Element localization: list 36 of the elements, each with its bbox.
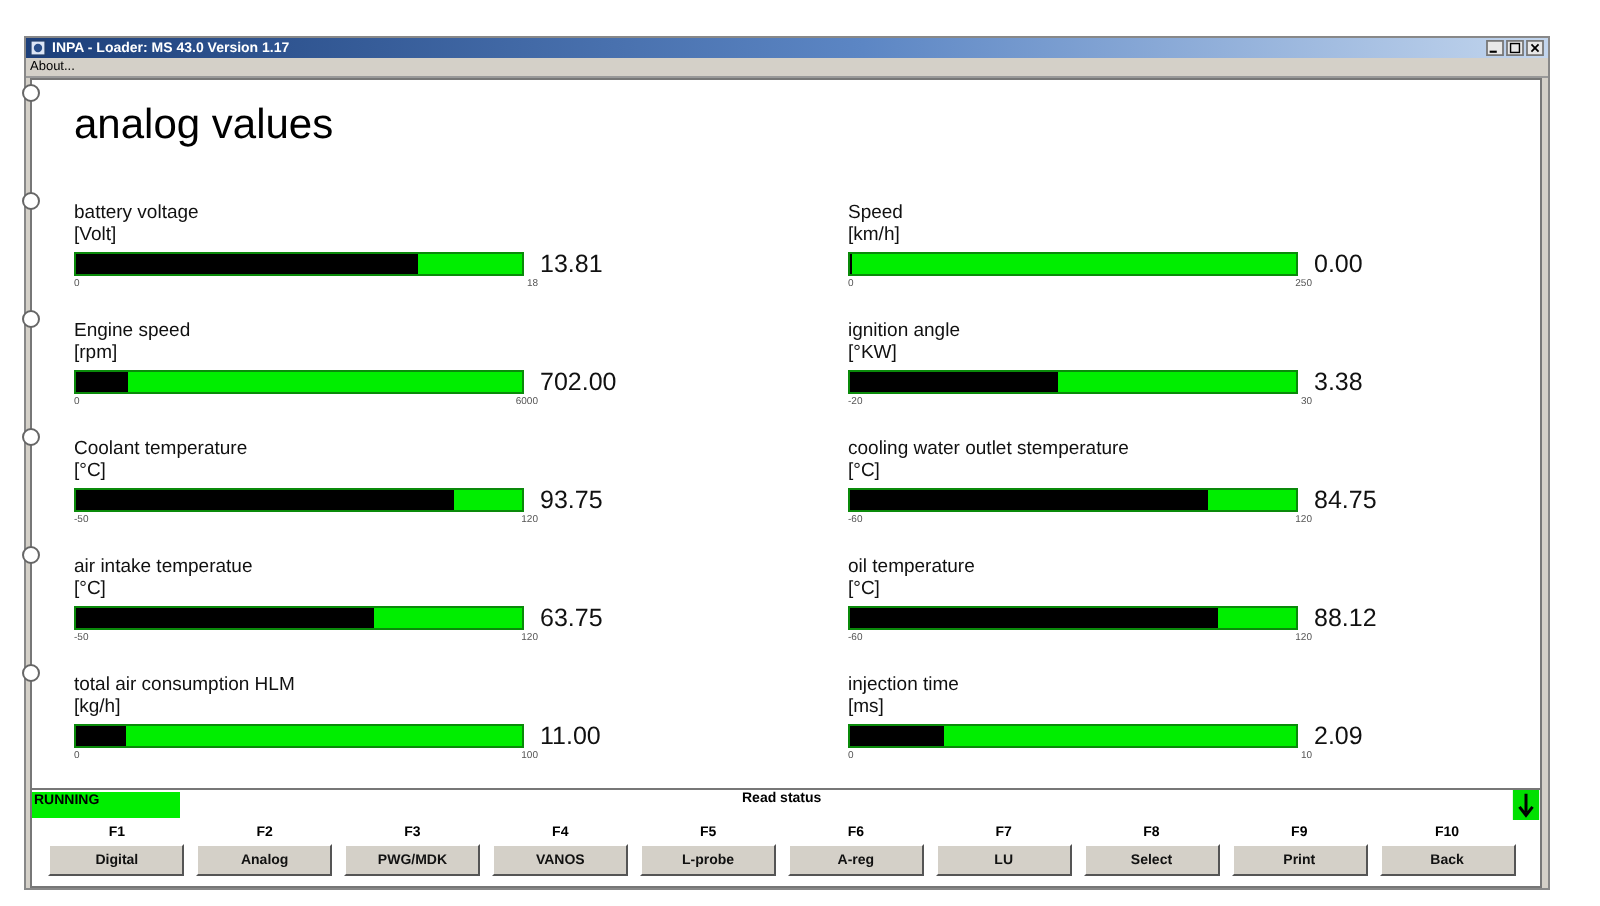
gauge-value: 13.81 bbox=[540, 250, 603, 278]
gauge-unit: [rpm] bbox=[74, 342, 120, 364]
close-icon[interactable] bbox=[1526, 40, 1544, 56]
gauge-unit: [°C] bbox=[74, 460, 108, 482]
gauge-label: air intake temperatue bbox=[74, 556, 255, 578]
gauge-unit: [°C] bbox=[848, 578, 882, 600]
gauge-label: Engine speed bbox=[74, 320, 193, 342]
gauge-value: 84.75 bbox=[1314, 486, 1377, 514]
gauge-value: 88.12 bbox=[1314, 604, 1377, 632]
gauge-label: ignition angle bbox=[848, 320, 962, 342]
gauge-value: 2.09 bbox=[1314, 722, 1363, 750]
gauge-value: 702.00 bbox=[540, 368, 617, 396]
gauge-value: 0.00 bbox=[1314, 250, 1363, 278]
gauge-unit: [ms] bbox=[848, 696, 886, 718]
gauge-unit: [°C] bbox=[74, 578, 108, 600]
gauge-label: total air consumption HLM bbox=[74, 674, 297, 696]
gauge-label: injection time bbox=[848, 674, 961, 696]
gauge-unit: [Volt] bbox=[74, 224, 119, 246]
gauge-value: 63.75 bbox=[540, 604, 603, 632]
gauge-value: 11.00 bbox=[540, 722, 601, 750]
maximize-icon[interactable] bbox=[1506, 40, 1524, 56]
gauge-label: Speed bbox=[848, 202, 905, 224]
gauge-unit: [°C] bbox=[848, 460, 882, 482]
gauge-unit: [km/h] bbox=[848, 224, 902, 246]
app-icon bbox=[30, 40, 46, 56]
gauge-label: battery voltage bbox=[74, 202, 201, 224]
gauge-unit: [kg/h] bbox=[74, 696, 123, 718]
gauge-value: 93.75 bbox=[540, 486, 603, 514]
gauge-unit: [°KW] bbox=[848, 342, 899, 364]
gauge-label: Coolant temperature bbox=[74, 438, 250, 460]
down-arrow-icon[interactable] bbox=[1512, 790, 1540, 820]
gauge-value: 3.38 bbox=[1314, 368, 1363, 396]
page-heading: analog values bbox=[74, 100, 334, 152]
gauge-label: cooling water outlet stemperature bbox=[848, 438, 1131, 460]
gauge-label: oil temperature bbox=[848, 556, 977, 578]
minimize-icon[interactable] bbox=[1486, 40, 1504, 56]
